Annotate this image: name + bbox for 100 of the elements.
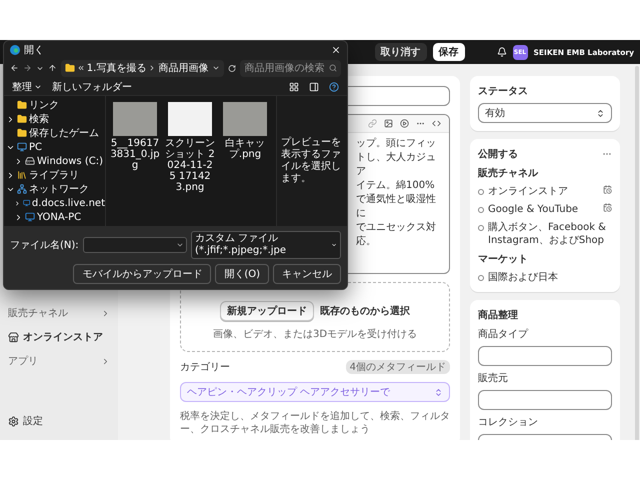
caret-icon <box>330 241 337 249</box>
select-existing-link[interactable]: 既存のものから選択 <box>320 304 410 318</box>
file-name: 白キャップ.png <box>224 138 266 160</box>
tree-item[interactable]: リンク <box>4 98 105 112</box>
tree-item[interactable]: ネットワーク <box>4 182 105 196</box>
chevron-right-icon[interactable] <box>6 170 15 180</box>
tree-item[interactable]: Windows (C:) <box>4 154 105 168</box>
chevron-right-icon[interactable] <box>14 156 23 166</box>
settings-icon <box>8 416 19 426</box>
monitor-icon <box>22 198 30 208</box>
file-name: 5__196173831_0.jpg <box>110 138 160 171</box>
market-name: 国際および日本 <box>488 271 559 284</box>
field-label: コレクション <box>478 416 539 429</box>
calendar-icon[interactable] <box>603 203 612 212</box>
save-button[interactable]: 保存 <box>432 43 464 61</box>
folder-icon <box>17 114 27 124</box>
preview-pane-icon[interactable] <box>309 82 319 92</box>
channel-name: 購入ボタン、Facebook & Instagram、およびShop <box>488 221 607 247</box>
dialog-button[interactable]: モバイルからアップロード <box>73 264 212 284</box>
status-select[interactable]: 有効 <box>478 103 612 123</box>
help-icon[interactable] <box>329 82 339 92</box>
chevron-right-icon[interactable] <box>6 114 15 124</box>
new-folder-button[interactable]: 新しいフォルダー <box>52 80 132 94</box>
tree-item[interactable]: d.docs.live.net <box>4 196 105 210</box>
category-label: カテゴリー <box>180 361 230 374</box>
description-text: でユニセックス対応。 <box>356 221 437 249</box>
up-down-icon <box>434 388 443 396</box>
tree-item[interactable]: ライブラリ <box>4 168 105 182</box>
channel-name: Google & YouTube <box>488 203 580 216</box>
photo-placeholder <box>168 102 212 136</box>
organize-button[interactable]: 整理 <box>12 80 42 94</box>
folder-icon <box>17 100 27 110</box>
monitor-icon <box>25 212 35 222</box>
tree-item[interactable]: 検索 <box>4 112 105 126</box>
card-title: 公開する <box>478 148 518 161</box>
sidebar-section[interactable]: 販売チャネル <box>6 304 112 322</box>
dialog-title: 開く <box>24 44 44 57</box>
search-field[interactable]: 商品用画像の検索 <box>240 60 341 77</box>
file-item[interactable]: スクリーンショット 2024-11-25 171423.png <box>165 102 215 193</box>
tree-item[interactable]: YONA-PC <box>4 210 105 224</box>
metafield-badge: 4個のメタフィールド <box>346 360 450 374</box>
sidebar-section[interactable]: アプリ <box>6 352 112 370</box>
tree-item[interactable]: PC <box>4 140 105 154</box>
channel-name: オンラインストア <box>488 185 569 198</box>
settings-link[interactable]: 設定 <box>6 412 112 430</box>
sidebar-item[interactable]: オンラインストア <box>6 328 112 346</box>
category-help: 税率を決定し、メタフィールドを追加して、検索、フィルター、クロスチャネル販売を改善しましょう <box>180 410 450 436</box>
chevron-right-icon <box>101 356 110 366</box>
card-title: ステータス <box>478 85 529 98</box>
close-icon[interactable] <box>331 44 341 55</box>
store-icon <box>8 332 19 342</box>
up-icon[interactable] <box>48 63 57 74</box>
category-select[interactable]: ヘアピン・ヘアクリップ ヘアアクセサリーで <box>180 382 450 402</box>
refresh-icon[interactable] <box>228 64 236 73</box>
circle-icon <box>478 189 484 195</box>
double-chevron-icon <box>76 64 85 72</box>
text-field[interactable] <box>478 390 612 410</box>
file-name-field[interactable] <box>82 237 187 253</box>
chevron-right-icon[interactable] <box>14 212 23 222</box>
text-field[interactable] <box>478 346 612 366</box>
monitor-icon <box>17 142 27 152</box>
circle-icon <box>478 207 484 213</box>
folder-icon <box>17 128 27 138</box>
address-bar[interactable]: 1.写真を撮る 商品用画像 <box>60 60 224 77</box>
forward-icon[interactable] <box>22 63 32 74</box>
code-icon[interactable] <box>432 119 441 128</box>
view-icon[interactable] <box>289 82 299 92</box>
circle-icon <box>478 225 484 231</box>
dialog-button[interactable]: 開く(O) <box>215 264 269 284</box>
folder-icon <box>64 63 75 74</box>
field-label: 商品タイプ <box>478 328 530 341</box>
preview-message: プレビューを表示するファイルを選択します。 <box>281 137 342 185</box>
file-item[interactable]: 5__196173831_0.jpg <box>110 102 160 171</box>
calendar-icon[interactable] <box>603 185 612 194</box>
tree-item[interactable]: 保存したゲーム <box>4 126 105 140</box>
description-text: ップ。頭にフィットし、大人カジュア <box>356 137 437 179</box>
file-type-select[interactable]: カスタム ファイル (*.jfif;*.pjpeg;*.jpe <box>191 231 341 259</box>
back-icon[interactable] <box>10 63 19 74</box>
browser-logo-icon <box>10 44 20 55</box>
notification-icon[interactable] <box>496 47 506 57</box>
upload-button[interactable]: 新規アップロード <box>220 301 314 321</box>
dialog-button[interactable]: キャンセル <box>273 264 341 284</box>
circle-icon <box>478 275 484 281</box>
photo-placeholder <box>113 102 157 136</box>
file-name: スクリーンショット 2024-11-25 171423.png <box>165 138 215 193</box>
discard-button[interactable]: 取り消す <box>374 43 426 61</box>
media-hint: 画像、ビデオ、または3Dモデルを受け付ける <box>212 328 418 341</box>
file-item[interactable]: 白キャップ.png <box>220 102 270 160</box>
search-icon <box>328 64 337 72</box>
chevron-right-icon <box>101 308 110 318</box>
caret-icon <box>176 241 184 249</box>
video-icon[interactable] <box>400 119 409 128</box>
section-title: マーケット <box>478 253 529 266</box>
description-text: イテム。綿100%で通気性と吸湿性に <box>356 179 437 221</box>
up-down-icon <box>596 108 605 118</box>
file-name-label: ファイル名(N): <box>10 239 79 252</box>
chevron-right-icon[interactable] <box>14 198 21 208</box>
drive-icon <box>25 156 35 166</box>
card-title: 商品整理 <box>478 308 518 322</box>
image-icon[interactable] <box>384 119 393 128</box>
